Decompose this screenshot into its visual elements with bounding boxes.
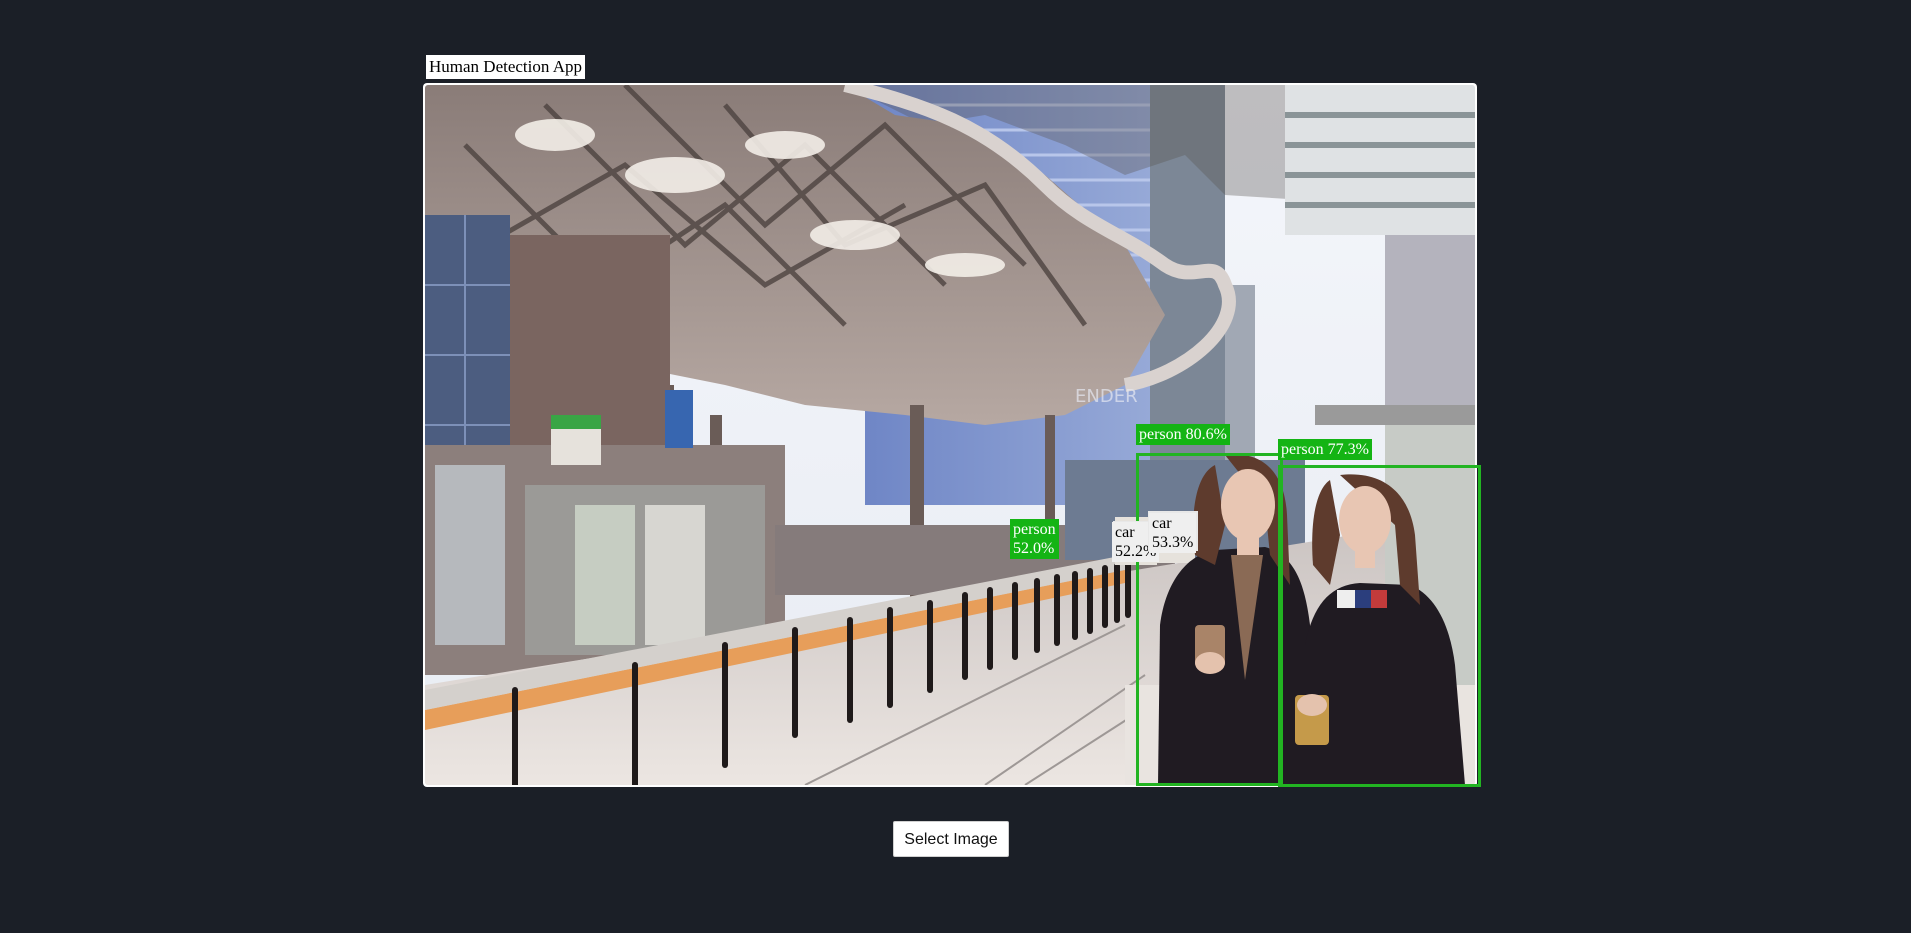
detection-box-person-2 <box>1278 465 1481 787</box>
detection-box-person-1 <box>1136 453 1283 786</box>
detection-label-car-2: car 53.3% <box>1149 513 1197 553</box>
app-title: Human Detection App <box>426 55 585 79</box>
detection-label-person-2: person 77.3% <box>1278 439 1372 460</box>
svg-text:ENDER: ENDER <box>1075 386 1138 407</box>
detection-label-person-3: person 52.0% <box>1010 519 1059 559</box>
select-image-button[interactable]: Select Image <box>893 821 1009 857</box>
detection-label-person-1: person 80.6% <box>1136 424 1230 445</box>
detection-image-frame: ENDER person 80.6% person 77.3% person 5… <box>423 83 1481 787</box>
